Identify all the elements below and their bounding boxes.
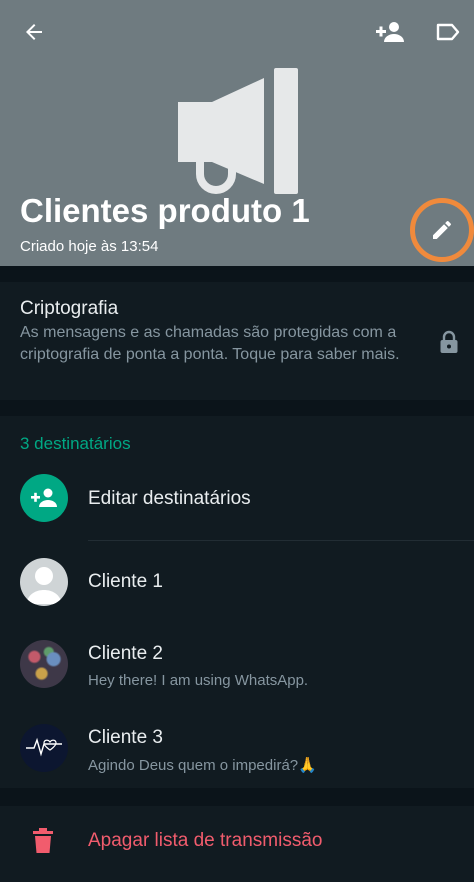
megaphone-icon (178, 68, 298, 194)
recipient-photo-avatar (20, 640, 68, 688)
recipients-section: 3 destinatários Editar destinatários Cli… (0, 416, 474, 788)
recipient-row-1[interactable]: Cliente 1 (0, 546, 474, 618)
default-avatar (20, 558, 68, 606)
trash-icon (33, 828, 53, 853)
recipient-name: Cliente 2 (88, 643, 163, 664)
edit-recipients-row[interactable]: Editar destinatários (0, 462, 474, 534)
add-recipients-avatar (20, 474, 68, 522)
back-button[interactable] (14, 12, 54, 52)
delete-broadcast-row[interactable]: Apagar lista de transmissão (0, 806, 474, 882)
edit-name-button[interactable] (410, 198, 474, 262)
person-icon (26, 567, 62, 604)
edit-recipients-label: Editar destinatários (88, 488, 251, 509)
back-arrow-icon (26, 24, 42, 40)
list-divider (88, 540, 474, 541)
recipient-status: Agindo Deus quem o impedirá?🙏 (88, 757, 317, 774)
add-person-icon (31, 488, 57, 507)
broadcast-header: Clientes produto 1 Criado hoje às 13:54 (0, 0, 474, 266)
encryption-description: As mensagens e as chamadas são protegida… (20, 324, 400, 363)
label-button[interactable] (428, 12, 468, 52)
delete-broadcast-label: Apagar lista de transmissão (88, 830, 323, 851)
recipient-status: Hey there! I am using WhatsApp. (88, 672, 309, 689)
recipient-photo-avatar (20, 724, 68, 772)
add-recipient-button[interactable] (370, 12, 410, 52)
created-timestamp: Criado hoje às 13:54 (20, 238, 159, 255)
recipient-name: Cliente 1 (88, 571, 163, 592)
lock-icon (436, 328, 462, 356)
recipient-row-3[interactable]: Cliente 3 Agindo Deus quem o impedirá?🙏 (0, 712, 474, 784)
encryption-section[interactable]: Criptografia As mensagens e as chamadas … (0, 282, 474, 400)
pencil-icon (433, 221, 451, 239)
label-icon (436, 23, 460, 41)
recipient-row-2[interactable]: Cliente 2 Hey there! I am using WhatsApp… (0, 628, 474, 700)
broadcast-title: Clientes produto 1 (20, 192, 310, 229)
recipient-name: Cliente 3 (88, 727, 163, 748)
add-person-icon (376, 22, 404, 42)
recipients-count: 3 destinatários (20, 434, 131, 453)
encryption-title: Criptografia (20, 298, 119, 319)
